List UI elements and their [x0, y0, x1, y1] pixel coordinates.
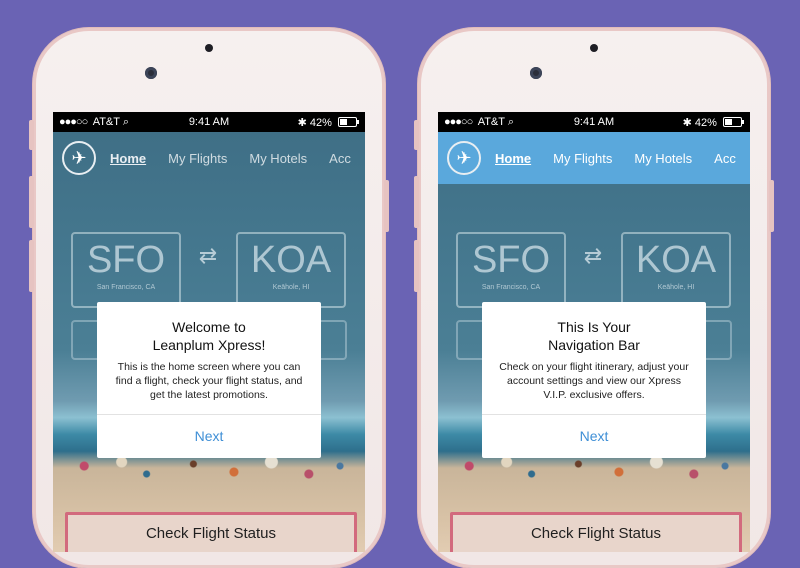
front-camera-icon — [145, 67, 157, 79]
volume-down-button — [414, 240, 419, 292]
screen: ●●●○○ AT&T ⌕ 9:41 AM ✱ 42% ✈ Home My Fli… — [438, 112, 750, 552]
screen: ●●●○○ AT&T ⌕ 9:41 AM ✱ 42% ✈ Home My Fli… — [53, 112, 365, 552]
battery-status: ✱ 42% — [297, 116, 359, 129]
plane-logo-icon[interactable]: ✈ — [62, 141, 96, 175]
volume-up-button — [414, 176, 419, 228]
speaker-icon — [590, 44, 598, 52]
phone-right: ●●●○○ AT&T ⌕ 9:41 AM ✱ 42% ✈ Home My Fli… — [414, 28, 774, 568]
next-button[interactable]: Next — [482, 414, 706, 458]
nav-my-hotels[interactable]: My Hotels — [634, 151, 692, 166]
next-button[interactable]: Next — [97, 414, 321, 458]
nav-my-flights[interactable]: My Flights — [553, 151, 612, 166]
front-camera-icon — [530, 67, 542, 79]
phone-left: ●●●○○ AT&T ⌕ 9:41 AM ✱ 42% ✈ Home My Fli… — [29, 28, 389, 568]
battery-status: ✱ 42% — [682, 116, 744, 129]
swap-arrows-icon[interactable]: ⇄ — [568, 245, 618, 267]
dialog-title: Welcome to Leanplum Xpress! — [152, 319, 266, 353]
destination-airport[interactable]: KOA Keāhole, HI — [621, 232, 731, 308]
check-flight-status-button[interactable]: Check Flight Status — [65, 512, 357, 552]
navigation-bar-dialog: This Is Your Navigation Bar Check on you… — [482, 302, 706, 458]
plane-logo-icon[interactable]: ✈ — [447, 141, 481, 175]
check-flight-status-button[interactable]: Check Flight Status — [450, 512, 742, 552]
nav-home[interactable]: Home — [495, 151, 531, 166]
volume-up-button — [29, 176, 34, 228]
nav-account[interactable]: Acc — [714, 151, 736, 166]
nav-home[interactable]: Home — [110, 151, 146, 166]
origin-airport[interactable]: SFO San Francisco, CA — [456, 232, 566, 308]
navigation-bar-highlighted: ✈ Home My Flights My Hotels Acc — [438, 132, 750, 184]
nav-account[interactable]: Acc — [329, 151, 351, 166]
dialog-body: Check on your flight itinerary, adjust y… — [499, 361, 689, 401]
destination-airport[interactable]: KOA Keāhole, HI — [236, 232, 346, 308]
volume-down-button — [29, 240, 34, 292]
battery-icon — [723, 117, 744, 127]
power-button — [384, 180, 389, 232]
power-button — [769, 180, 774, 232]
mute-switch — [414, 120, 419, 150]
nav-my-hotels[interactable]: My Hotels — [249, 151, 307, 166]
dialog-title: This Is Your Navigation Bar — [548, 319, 640, 353]
welcome-dialog: Welcome to Leanplum Xpress! This is the … — [97, 302, 321, 458]
navigation-bar: ✈ Home My Flights My Hotels Acc — [53, 132, 365, 184]
speaker-icon — [205, 44, 213, 52]
nav-my-flights[interactable]: My Flights — [168, 151, 227, 166]
origin-airport[interactable]: SFO San Francisco, CA — [71, 232, 181, 308]
dialog-body: This is the home screen where you can fi… — [115, 361, 303, 401]
status-bar: ●●●○○ AT&T ⌕ 9:41 AM ✱ 42% — [53, 112, 365, 132]
bluetooth-icon: ✱ — [682, 117, 692, 129]
bluetooth-icon: ✱ — [297, 117, 307, 129]
mute-switch — [29, 120, 34, 150]
battery-icon — [338, 117, 359, 127]
swap-arrows-icon[interactable]: ⇄ — [183, 245, 233, 267]
status-bar: ●●●○○ AT&T ⌕ 9:41 AM ✱ 42% — [438, 112, 750, 132]
